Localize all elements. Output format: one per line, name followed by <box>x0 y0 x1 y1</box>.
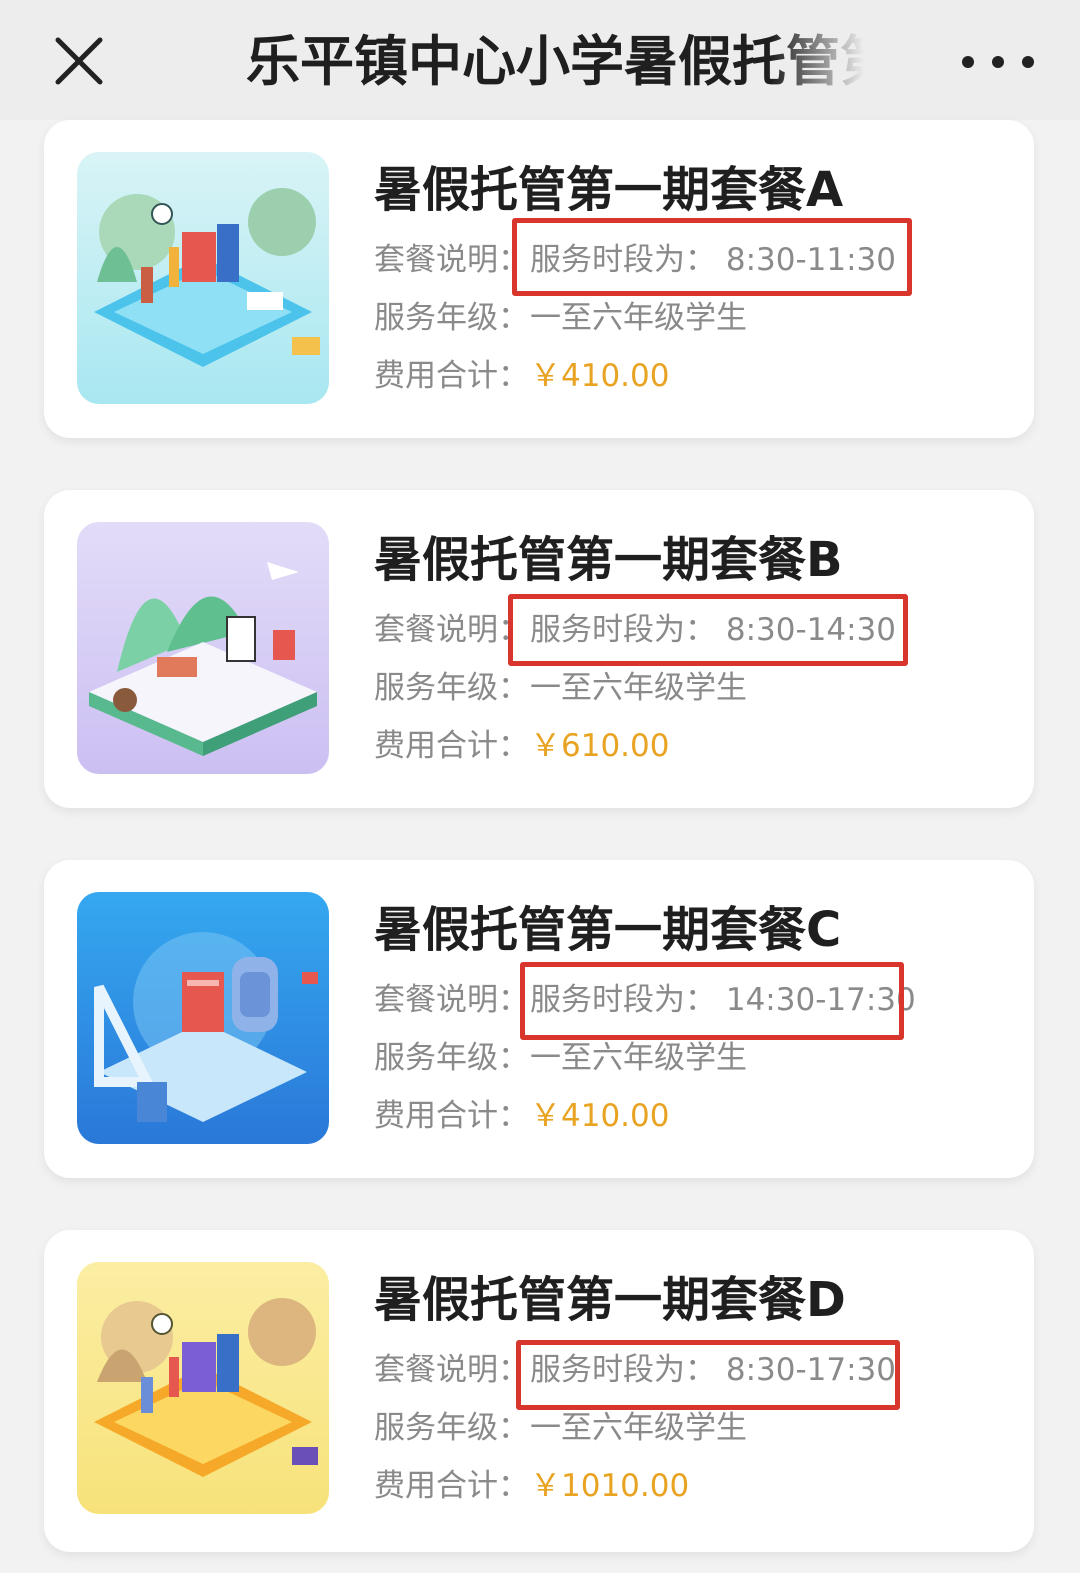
highlight-box <box>512 218 912 296</box>
package-fee-row: 费用合计：￥410.00 <box>374 1096 669 1136</box>
grade-label: 服务年级： <box>374 670 529 706</box>
close-icon <box>55 37 103 85</box>
package-b-image <box>77 522 329 774</box>
fee-label: 费用合计： <box>374 728 529 764</box>
fee-label: 费用合计： <box>374 1468 529 1504</box>
package-card-b[interactable]: 暑假托管第一期套餐B 套餐说明：服务时段为： 8:30-14:30 服务年级：一… <box>44 490 1034 808</box>
package-fee-row: 费用合计：￥410.00 <box>374 356 669 396</box>
fee-value: ￥410.00 <box>530 1098 670 1134</box>
package-title: 暑假托管第一期套餐D <box>374 1272 846 1328</box>
package-d-image <box>77 1262 329 1514</box>
fee-label: 费用合计： <box>374 1098 529 1134</box>
more-icon-dot <box>962 56 974 68</box>
highlight-box <box>520 962 904 1040</box>
description-label: 套餐说明： <box>374 1352 529 1388</box>
package-title: 暑假托管第一期套餐A <box>374 162 844 218</box>
highlight-box <box>508 594 908 666</box>
more-icon-dot <box>992 56 1004 68</box>
grade-value: 一至六年级学生 <box>530 300 747 336</box>
package-grade-row: 服务年级：一至六年级学生 <box>374 668 747 708</box>
package-card-c[interactable]: 暑假托管第一期套餐C 套餐说明：服务时段为： 14:30-17:30 服务年级：… <box>44 860 1034 1178</box>
description-label: 套餐说明： <box>374 242 529 278</box>
package-grade-row: 服务年级：一至六年级学生 <box>374 1038 747 1078</box>
package-title: 暑假托管第一期套餐C <box>374 902 842 958</box>
package-card-a[interactable]: 暑假托管第一期套餐A 套餐说明：服务时段为： 8:30-11:30 服务年级：一… <box>44 120 1034 438</box>
highlight-box <box>516 1340 900 1410</box>
package-card-d[interactable]: 暑假托管第一期套餐D 套餐说明：服务时段为： 8:30-17:30 服务年级：一… <box>44 1230 1034 1552</box>
top-bar: 乐平镇中心小学暑假托管第 <box>0 0 1080 120</box>
grade-value: 一至六年级学生 <box>530 1040 747 1076</box>
package-title: 暑假托管第一期套餐B <box>374 532 843 588</box>
fee-value: ￥1010.00 <box>530 1468 690 1504</box>
package-c-image <box>77 892 329 1144</box>
fee-value: ￥410.00 <box>530 358 670 394</box>
package-fee-row: 费用合计：￥610.00 <box>374 726 669 766</box>
grade-label: 服务年级： <box>374 1040 529 1076</box>
more-icon-dot <box>1022 56 1034 68</box>
grade-label: 服务年级： <box>374 300 529 336</box>
grade-value: 一至六年级学生 <box>530 670 747 706</box>
package-a-image <box>77 152 329 404</box>
package-fee-row: 费用合计：￥1010.00 <box>374 1466 689 1506</box>
fee-label: 费用合计： <box>374 358 529 394</box>
grade-value: 一至六年级学生 <box>530 1410 747 1446</box>
description-label: 套餐说明： <box>374 982 529 1018</box>
description-label: 套餐说明： <box>374 612 529 648</box>
close-button[interactable] <box>48 30 110 92</box>
fee-value: ￥610.00 <box>530 728 670 764</box>
more-button[interactable] <box>962 40 1034 84</box>
grade-label: 服务年级： <box>374 1410 529 1446</box>
package-grade-row: 服务年级：一至六年级学生 <box>374 298 747 338</box>
package-grade-row: 服务年级：一至六年级学生 <box>374 1408 747 1448</box>
page-title: 乐平镇中心小学暑假托管第 <box>246 30 864 93</box>
